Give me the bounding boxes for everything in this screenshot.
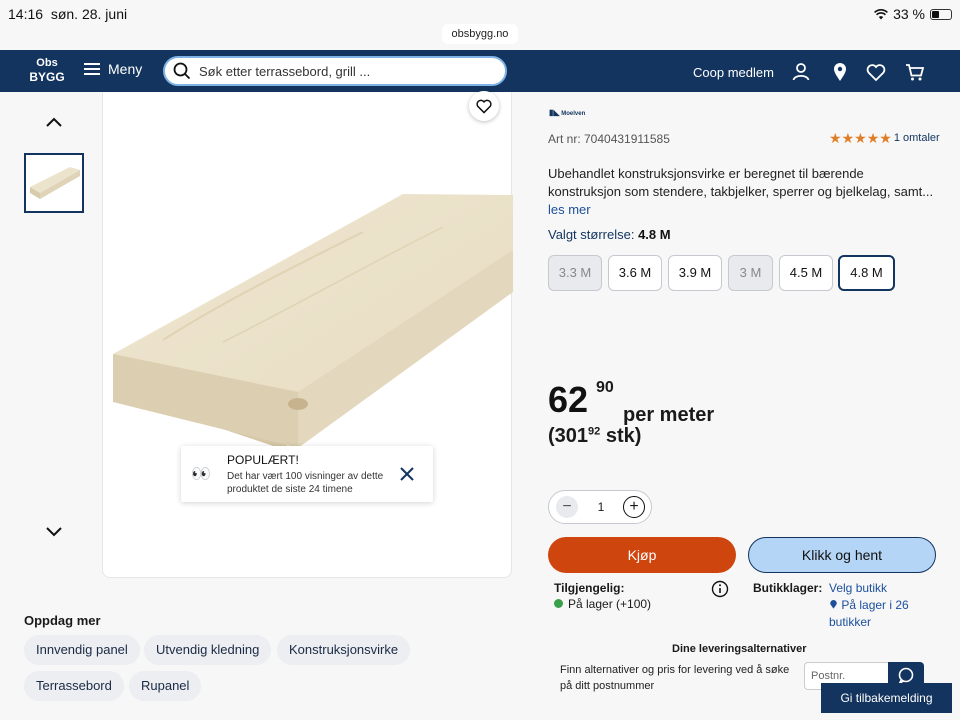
popular-title: POPULÆRT!	[227, 453, 299, 467]
store-stock-title: Butikklager:	[753, 581, 823, 595]
location-pin-icon[interactable]	[829, 61, 851, 83]
store-stock-text: På lager i 26 butikker	[829, 598, 909, 629]
buy-button[interactable]: Kjøp	[548, 537, 736, 573]
price-decimal: 90	[596, 379, 614, 396]
wifi-icon	[874, 8, 889, 19]
delivery-options-title: Dine leveringsalternativer	[672, 643, 807, 655]
info-icon[interactable]	[711, 580, 729, 598]
decrease-quantity-button[interactable]: −	[556, 496, 578, 518]
star-icon: ★	[854, 130, 867, 146]
in-stock-dot	[554, 599, 563, 608]
increase-quantity-button[interactable]: +	[623, 496, 645, 518]
delivery-options-text: Finn alternativer og pris for levering v…	[560, 664, 790, 692]
url-bar[interactable]: obsbygg.no	[442, 24, 518, 44]
store-stock-link[interactable]: På lager i 26 butikker	[829, 597, 919, 631]
add-to-favorites-button[interactable]	[469, 91, 499, 121]
rating[interactable]: ★ ★ ★ ★ ★ 1 omtaler	[829, 131, 940, 145]
quantity-value[interactable]: 1	[589, 500, 613, 514]
heart-icon[interactable]	[865, 61, 887, 83]
status-date: søn. 28. juni	[50, 6, 128, 22]
chip-rupanel[interactable]: Rupanel	[129, 671, 202, 701]
logo-line1: Obs	[36, 57, 58, 69]
piece-price: (30192 stk)	[548, 425, 641, 448]
popular-text: Det har vært 100 visninger av dette prod…	[227, 471, 384, 495]
chip-utvendig-kledning[interactable]: Utvendig kledning	[144, 635, 272, 665]
search-bar[interactable]	[163, 56, 507, 86]
star-icon: ★	[866, 130, 880, 146]
piece-price-decimal: 92	[588, 425, 601, 438]
size-option-3-9m[interactable]: 3.9 M	[668, 255, 722, 291]
click-and-collect-button[interactable]: Klikk og hent	[748, 537, 936, 573]
read-more-link[interactable]: les mer	[548, 202, 591, 217]
size-label-text: Valgt størrelse:	[548, 227, 635, 242]
size-option-3-3m[interactable]: 3.3 M	[548, 255, 602, 291]
status-time-date: 14:16 søn. 28. juni	[8, 6, 127, 22]
battery-icon	[930, 8, 952, 20]
chevron-up-icon[interactable]	[44, 112, 64, 132]
logo-line2: BYGG	[29, 70, 65, 84]
star-icon: ★	[879, 130, 892, 146]
hamburger-icon	[84, 63, 100, 75]
quantity-stepper: − 1 +	[548, 490, 652, 524]
availability-text: På lager (+100)	[568, 597, 652, 611]
battery-percent: 33 %	[893, 6, 925, 22]
piece-price-whole: (301	[548, 425, 589, 447]
heart-outline-icon	[476, 99, 492, 114]
size-option-3-6m[interactable]: 3.6 M	[608, 255, 662, 291]
status-bar: 14:16 søn. 28. juni 33 % obsbygg.no	[0, 0, 960, 50]
review-count[interactable]: 1 omtaler	[894, 132, 940, 144]
price-unit: per meter	[623, 404, 715, 426]
availability-title: Tilgjengelig:	[554, 581, 625, 595]
search-input[interactable]	[199, 63, 489, 79]
price-whole: 62	[548, 379, 589, 420]
thumbnail-plank-image	[30, 167, 80, 199]
top-navigation: Obs BYGG Meny Coop medlem	[0, 50, 960, 92]
user-icon[interactable]	[790, 61, 812, 83]
article-number: Art nr: 7040431911585	[548, 132, 670, 146]
size-option-3m[interactable]: 3 M	[728, 255, 773, 291]
product-image-card	[102, 92, 513, 578]
chip-konstruksjonsvirke[interactable]: Konstruksjonsvirke	[277, 635, 411, 665]
status-time: 14:16	[8, 6, 44, 22]
location-pin-icon	[830, 600, 837, 609]
popular-notification: 👀 POPULÆRT! Det har vært 100 visninger a…	[181, 446, 433, 502]
size-option-4-8m[interactable]: 4.8 M	[838, 255, 895, 291]
eyes-icon: 👀	[191, 466, 211, 483]
menu-button[interactable]: Meny	[84, 61, 142, 77]
chip-innvendig-panel[interactable]: Innvendig panel	[24, 635, 140, 665]
discover-more-title: Oppdag mer	[24, 613, 101, 628]
close-icon[interactable]	[399, 466, 415, 482]
product-thumbnail[interactable]	[24, 153, 84, 213]
star-icon: ★	[841, 130, 855, 146]
status-indicators: 33 %	[874, 6, 952, 22]
selected-size-value: 4.8 M	[638, 227, 671, 242]
chip-terrassebord[interactable]: Terrassebord	[24, 671, 124, 701]
star-icon: ★	[829, 130, 842, 146]
chevron-down-icon[interactable]	[44, 522, 64, 542]
product-description: Ubehandlet konstruksjonsvirke er beregne…	[548, 165, 938, 219]
cart-icon[interactable]	[904, 61, 926, 83]
description-text: Ubehandlet konstruksjonsvirke er beregne…	[548, 166, 934, 199]
piece-price-unit: stk)	[605, 425, 642, 447]
size-option-4-5m[interactable]: 4.5 M	[779, 255, 833, 291]
obs-bygg-logo[interactable]: Obs BYGG	[28, 56, 66, 84]
choose-store-link[interactable]: Velg butikk	[829, 581, 887, 595]
search-icon	[173, 62, 191, 80]
menu-label: Meny	[108, 61, 143, 77]
selected-size-label: Valgt størrelse: 4.8 M	[548, 227, 671, 242]
coop-member-link[interactable]: Coop medlem	[693, 65, 774, 80]
product-image-plank	[113, 194, 513, 450]
feedback-button[interactable]: Gi tilbakemelding	[821, 683, 952, 713]
brand-name: Moelven	[561, 111, 586, 117]
brand-logo: ▮◣ Moelven	[549, 108, 586, 117]
